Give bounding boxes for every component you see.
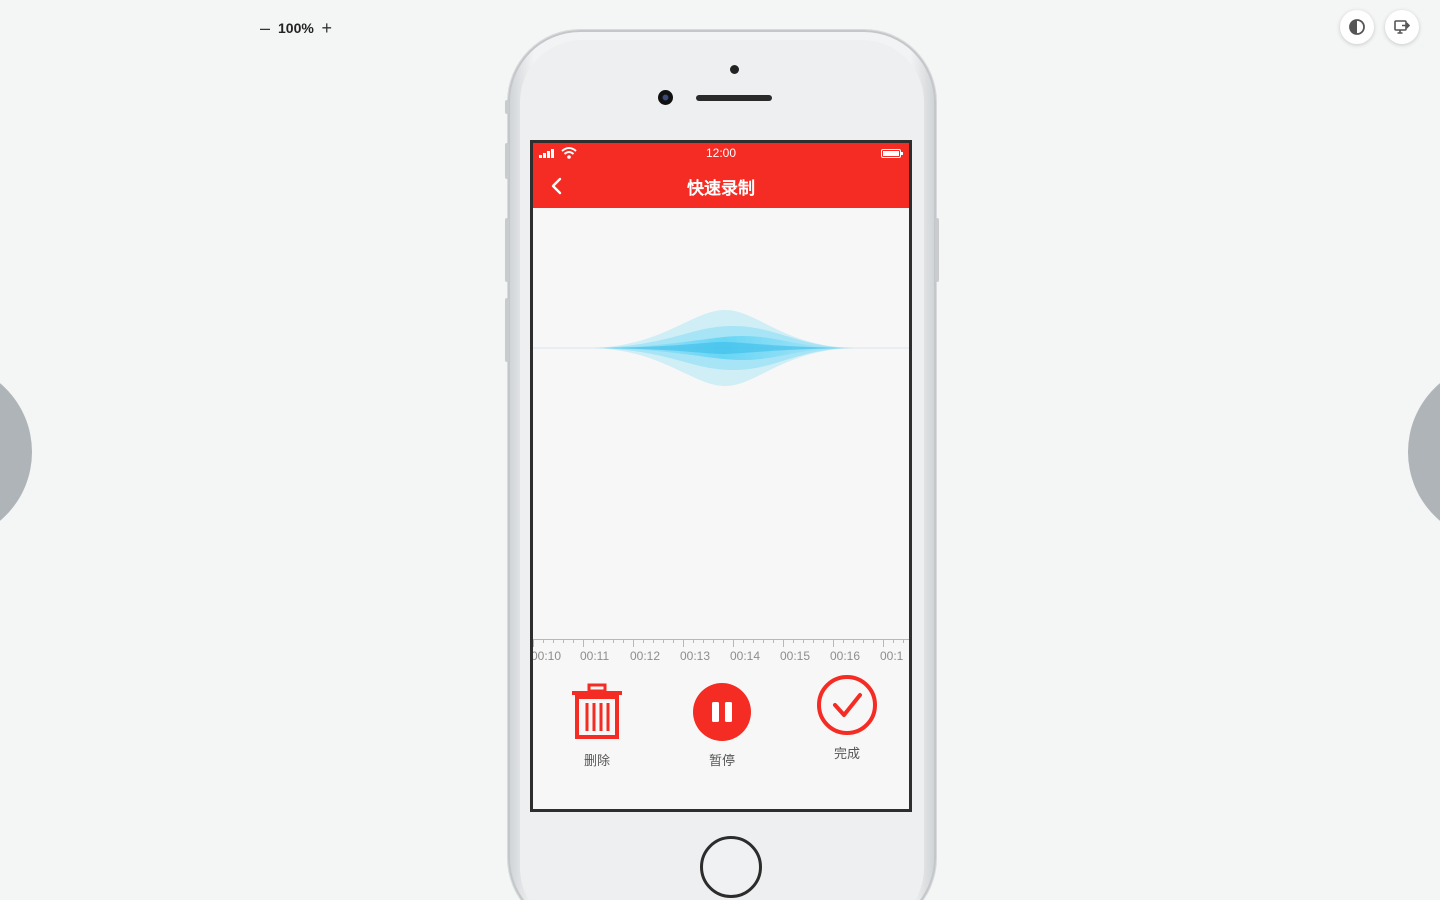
contrast-toggle-button[interactable] [1340, 10, 1374, 44]
ruler-ticks [533, 639, 909, 647]
pause-label: 暂停 [708, 753, 735, 768]
home-button[interactable] [700, 836, 762, 898]
app-header: 12:00 快速录制 [533, 143, 909, 208]
timeline-label: 00:1 [880, 649, 904, 663]
exit-button[interactable] [1385, 10, 1419, 44]
timeline-label: 00:16 [830, 649, 861, 663]
timeline-ruler[interactable]: 00:10 00:11 00:12 00:13 00:14 00:15 00:1… [533, 639, 909, 669]
check-circle-icon [817, 675, 877, 735]
proximity-sensor [730, 65, 739, 74]
timeline-label: 00:11 [580, 649, 610, 663]
zoom-level: 100% [278, 20, 314, 36]
earpiece-speaker [696, 95, 772, 101]
volume-up-key [505, 143, 509, 179]
volume-key [505, 298, 509, 362]
pause-icon [693, 683, 751, 741]
prototype-viewer: – 100% + 12:00 快速录制 00:10 00:11 00:12 00… [0, 0, 1440, 900]
timeline-label: 00:14 [730, 649, 761, 663]
phone-frame: 12:00 快速录制 00:10 00:11 00:12 00:13 00:14… [505, 30, 939, 900]
done-label: 完成 [833, 746, 860, 761]
timeline-label: 00:15 [780, 649, 811, 663]
trash-icon [572, 683, 622, 739]
status-bar: 12:00 [533, 143, 909, 165]
timeline-label: 00:13 [680, 649, 711, 663]
mute-switch [505, 100, 509, 114]
pause-button[interactable]: 暂停 [682, 683, 762, 769]
zoom-control: – 100% + [258, 18, 334, 38]
zoom-in-button[interactable]: + [320, 18, 334, 38]
contrast-icon [1349, 19, 1365, 35]
exit-fullscreen-icon [1394, 20, 1411, 34]
prev-page-button[interactable] [0, 362, 32, 542]
done-button[interactable]: 完成 [807, 674, 887, 762]
zoom-out-button[interactable]: – [258, 18, 272, 38]
delete-label: 删除 [583, 753, 610, 768]
page-title: 快速录制 [687, 179, 755, 198]
battery-icon [881, 149, 903, 158]
delete-button[interactable]: 删除 [557, 683, 637, 769]
next-page-button[interactable] [1408, 362, 1440, 542]
front-camera [658, 90, 673, 105]
phone-screen: 12:00 快速录制 00:10 00:11 00:12 00:13 00:14… [530, 140, 912, 812]
timeline-label: 00:12 [630, 649, 661, 663]
power-key [935, 218, 939, 282]
timeline-label: 00:10 [531, 649, 562, 663]
audio-waveform [533, 310, 909, 386]
volume-down-key [505, 218, 509, 282]
status-time: 12:00 [705, 146, 737, 160]
